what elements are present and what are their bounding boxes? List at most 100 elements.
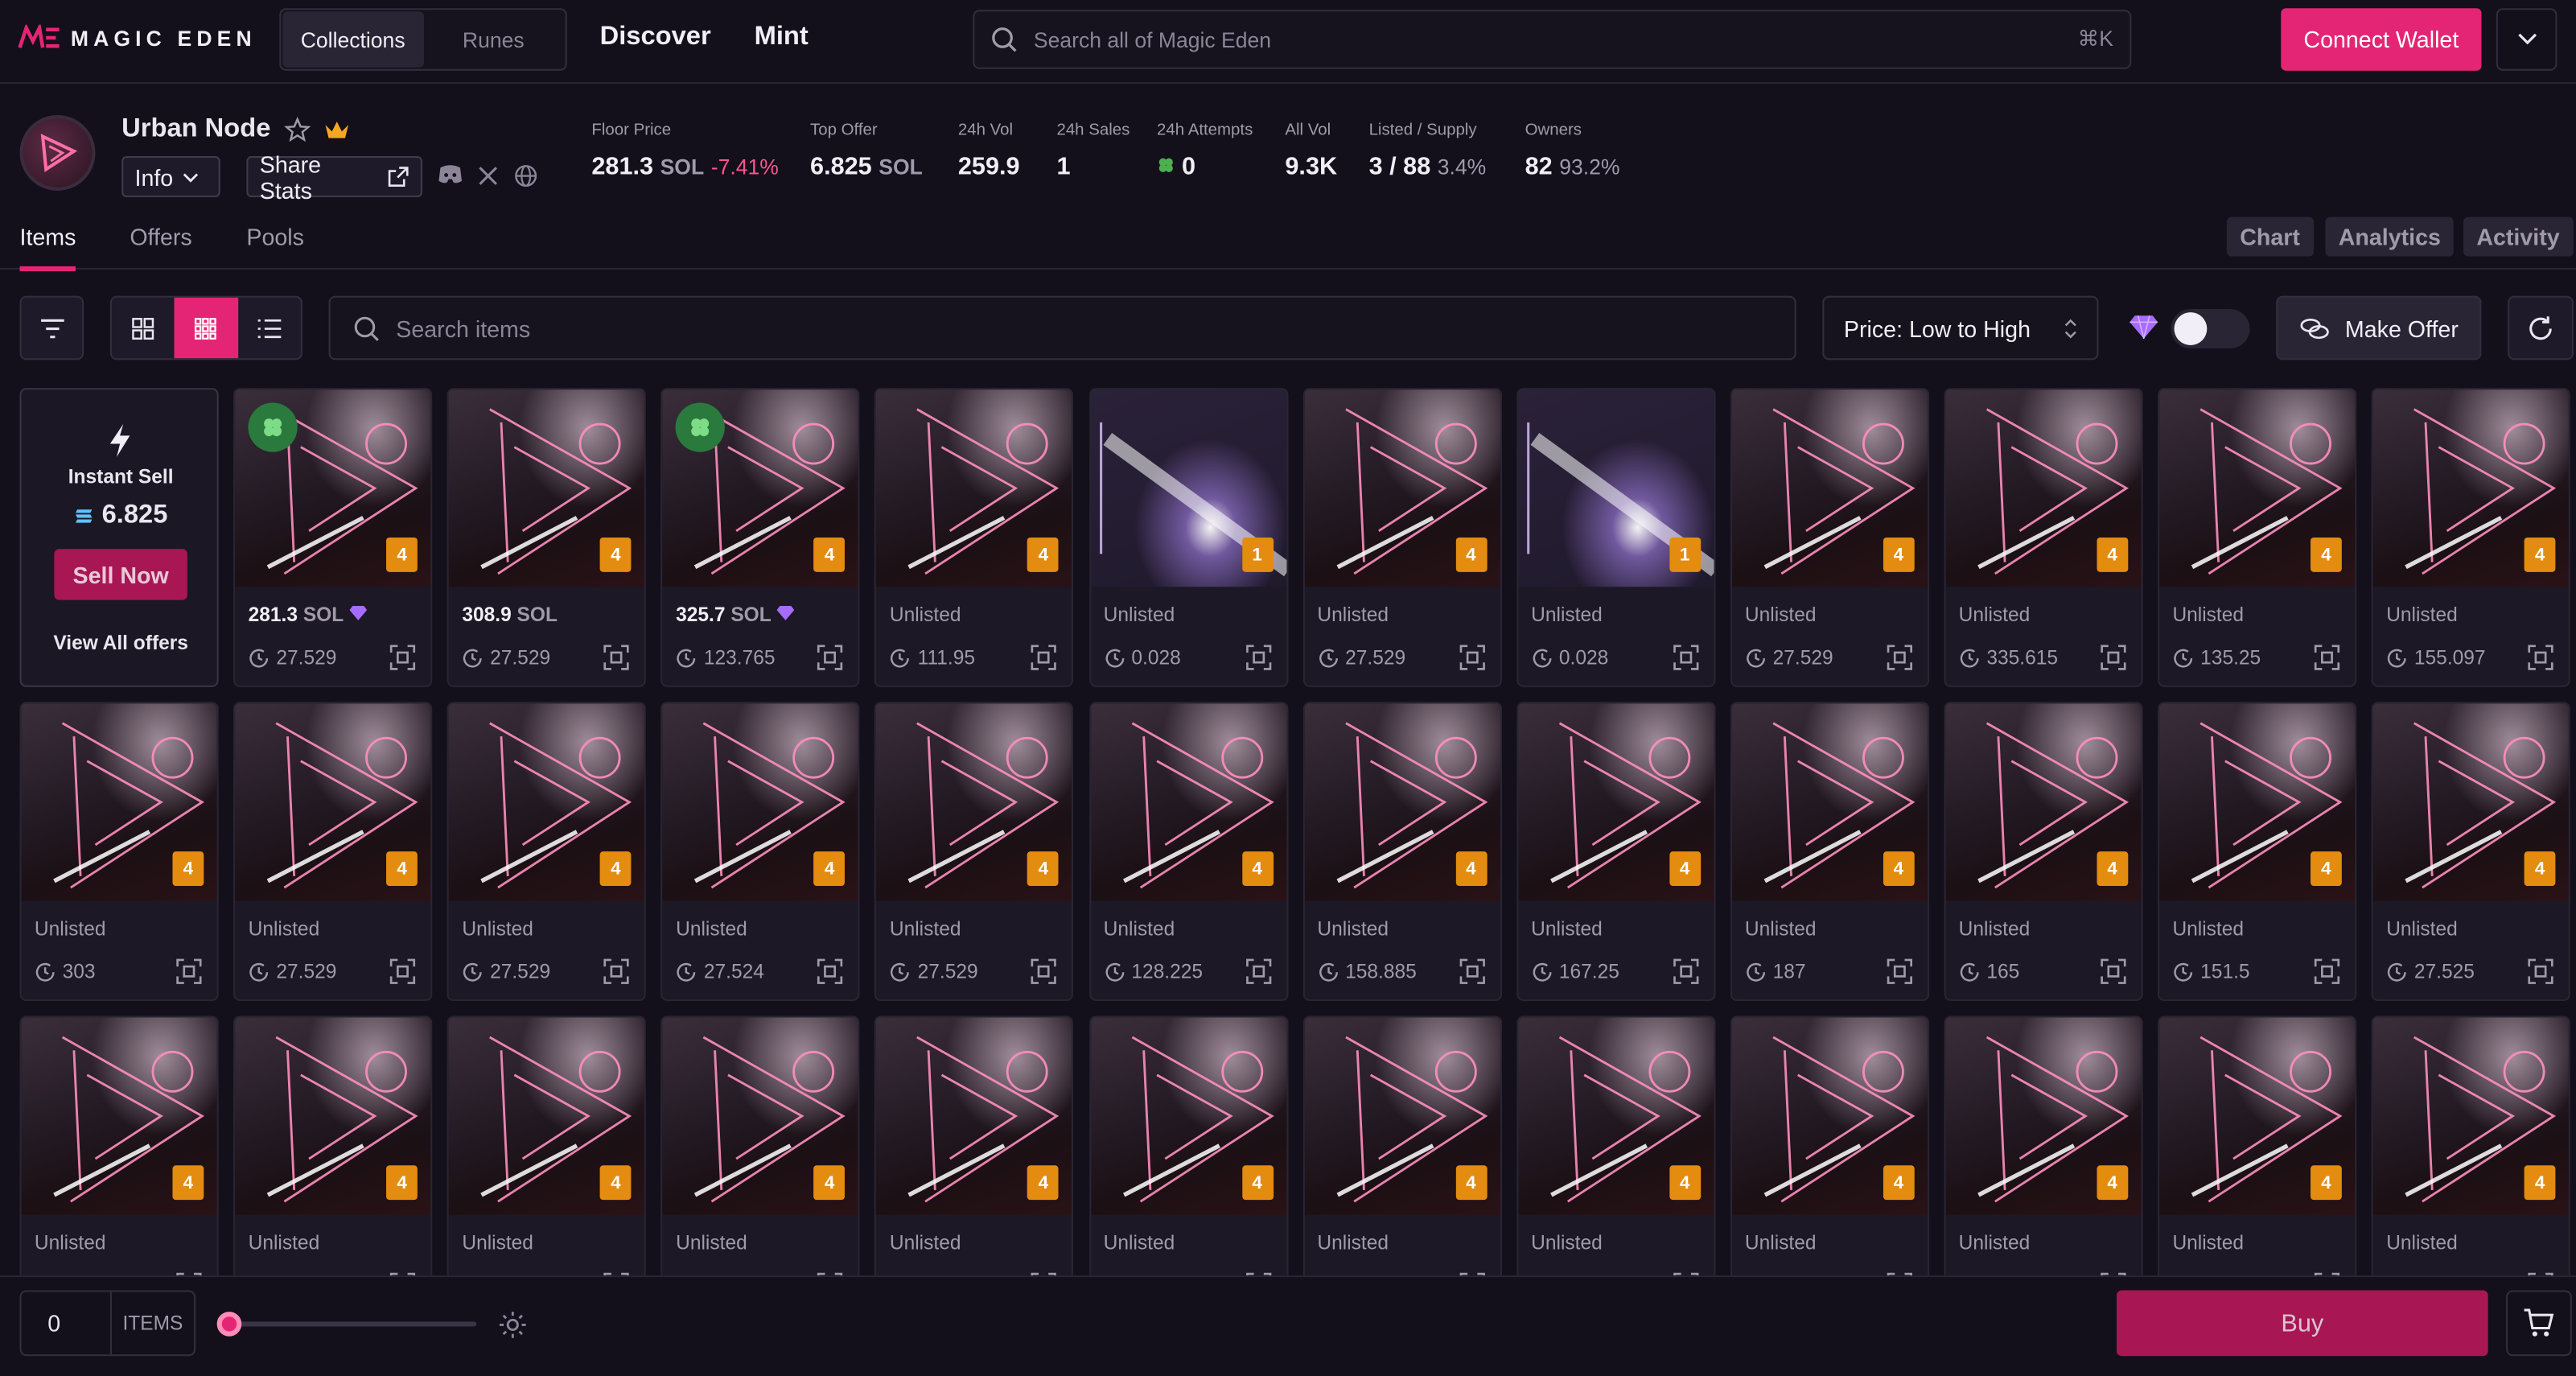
quick-view-button[interactable] — [2314, 645, 2340, 679]
nft-item-card[interactable]: 4 Unlisted 27.529 — [446, 702, 647, 1002]
account-dropdown-button[interactable] — [2496, 8, 2557, 71]
quantity-slider-track[interactable] — [228, 1321, 477, 1327]
nft-item-card[interactable]: 4 Unlisted — [1516, 1016, 1715, 1276]
info-dropdown[interactable]: Info — [121, 156, 220, 198]
tab-collections[interactable]: Collections — [282, 11, 423, 68]
refresh-button[interactable] — [2508, 295, 2574, 360]
quick-view-button[interactable] — [2314, 958, 2340, 993]
nft-item-card[interactable]: 4 Unlisted 27.524 — [660, 702, 860, 1002]
quick-view-button[interactable] — [2100, 958, 2126, 993]
view-all-offers-link[interactable]: View All offers — [22, 631, 220, 654]
items-search-input[interactable]: Search items — [328, 295, 1796, 360]
nft-item-card[interactable]: 4 Unlisted — [660, 1016, 860, 1276]
nft-item-card[interactable]: 4 Unlisted 151.5 — [2158, 702, 2357, 1002]
nft-item-card[interactable]: 4 Unlisted 135.25 — [2158, 388, 2357, 687]
quantity-input[interactable]: 0 ITEMS — [19, 1290, 196, 1357]
filter-button[interactable] — [19, 295, 84, 360]
quick-view-button[interactable] — [1031, 645, 1058, 679]
nft-item-card[interactable]: 4 Unlisted — [1302, 1016, 1502, 1276]
quick-view-button[interactable] — [1245, 958, 1271, 993]
tab-activity[interactable]: Activity — [2463, 216, 2574, 257]
quick-view-button[interactable] — [1459, 645, 1485, 679]
nft-item-card[interactable]: 4 Unlisted 128.225 — [1088, 702, 1288, 1002]
quick-view-button[interactable] — [389, 645, 416, 679]
nft-item-card[interactable]: 4 Unlisted 27.529 — [1730, 388, 1929, 687]
quantity-slider-handle[interactable] — [216, 1312, 242, 1337]
x-twitter-icon[interactable] — [478, 166, 498, 186]
tab-offers[interactable]: Offers — [130, 224, 191, 250]
small-grid-view-button[interactable] — [175, 297, 238, 359]
nft-item-card[interactable]: 4 Unlisted 27.529 — [874, 702, 1074, 1002]
quick-view-button[interactable] — [603, 958, 630, 993]
tab-runes[interactable]: Runes — [423, 11, 564, 67]
nft-item-card[interactable]: 4 Unlisted 111.95 — [874, 388, 1074, 687]
buy-button[interactable]: Buy — [2116, 1290, 2488, 1357]
list-view-button[interactable] — [237, 298, 300, 359]
nft-item-card[interactable]: 4 Unlisted 167.25 — [1516, 702, 1715, 1002]
large-grid-view-button[interactable] — [112, 298, 175, 359]
quick-view-button[interactable] — [1673, 958, 1699, 993]
share-stats-button[interactable]: Share Stats — [246, 150, 422, 203]
sort-select[interactable]: Price: Low to High — [1822, 295, 2099, 360]
quick-view-button[interactable] — [2100, 645, 2126, 679]
quick-view-button[interactable] — [817, 645, 844, 679]
tab-items[interactable]: Items — [19, 224, 76, 272]
nft-item-card[interactable]: 4 281.3 SOL 27.529 — [233, 388, 433, 687]
nft-item-card[interactable]: 4 325.7 SOL 123.765 — [660, 388, 860, 687]
magic-eden-logo[interactable]: MAGIC EDEN — [18, 24, 256, 51]
nft-item-card[interactable]: 4 308.9 SOL 27.529 — [446, 388, 647, 687]
nft-item-card[interactable]: 4 Unlisted 27.525 — [2371, 702, 2570, 1002]
nft-item-card[interactable]: 4 Unlisted — [446, 1016, 647, 1276]
nft-item-card[interactable]: 4 Unlisted — [2371, 1016, 2570, 1276]
make-offer-button[interactable]: Make Offer — [2276, 295, 2482, 360]
tab-pools[interactable]: Pools — [246, 224, 304, 250]
quick-view-button[interactable] — [603, 645, 630, 679]
item-price: 281.3 SOL — [249, 604, 368, 626]
quick-view-button[interactable] — [2528, 958, 2554, 993]
connect-wallet-button[interactable]: Connect Wallet — [2281, 8, 2482, 71]
nft-item-card[interactable]: 4 Unlisted 27.529 — [1302, 388, 1502, 687]
nft-item-card[interactable]: 4 Unlisted — [1730, 1016, 1929, 1276]
nft-item-card[interactable]: 1 Unlisted 0.028 — [1516, 388, 1715, 687]
item-price: Unlisted — [1531, 1230, 1603, 1254]
quick-view-button[interactable] — [817, 958, 844, 993]
quick-view-button[interactable] — [1031, 958, 1058, 993]
globe-icon[interactable] — [514, 164, 537, 187]
rarity-rank-badge: 4 — [1455, 1165, 1487, 1201]
nft-item-card[interactable]: 4 Unlisted 165 — [1944, 702, 2143, 1002]
quick-view-button[interactable] — [389, 958, 416, 993]
nft-item-card[interactable]: 4 Unlisted — [19, 1016, 219, 1276]
tab-chart[interactable]: Chart — [2226, 216, 2314, 257]
nft-item-card[interactable]: 4 Unlisted 187 — [1730, 702, 1929, 1002]
rare-toggle-switch[interactable] — [2171, 309, 2250, 349]
stat-24h-vol: 24h Vol 259.9 — [957, 122, 1020, 181]
settings-gear-icon[interactable] — [498, 1310, 528, 1340]
quick-view-button[interactable] — [1887, 645, 1913, 679]
quick-view-button[interactable] — [2528, 645, 2554, 679]
quick-view-button[interactable] — [176, 958, 203, 993]
nft-item-card[interactable]: 4 Unlisted 155.097 — [2371, 388, 2570, 687]
nft-item-card[interactable]: 4 Unlisted 303 — [19, 702, 219, 1002]
cart-button[interactable] — [2506, 1290, 2572, 1357]
discord-icon[interactable] — [437, 164, 463, 186]
nft-item-card[interactable]: 4 Unlisted — [1944, 1016, 2143, 1276]
quick-view-button[interactable] — [1245, 645, 1271, 679]
tab-analytics[interactable]: Analytics — [2325, 216, 2455, 257]
sell-now-button[interactable]: Sell Now — [54, 549, 187, 600]
rarity-rank-badge: 4 — [599, 851, 632, 887]
nft-item-card[interactable]: 4 Unlisted 335.615 — [1944, 388, 2143, 687]
nft-item-card[interactable]: 4 Unlisted — [2158, 1016, 2357, 1276]
nft-item-card[interactable]: 4 Unlisted 27.529 — [233, 702, 433, 1002]
star-icon[interactable] — [283, 117, 311, 143]
nft-item-card[interactable]: 4 Unlisted — [233, 1016, 433, 1276]
quick-view-button[interactable] — [1459, 958, 1485, 993]
global-search-input[interactable]: Search all of Magic Eden ⌘K — [973, 10, 2132, 69]
nft-item-card[interactable]: 4 Unlisted 158.885 — [1302, 702, 1502, 1002]
quick-view-button[interactable] — [1887, 958, 1913, 993]
nft-item-card[interactable]: 1 Unlisted 0.028 — [1088, 388, 1288, 687]
nav-mint[interactable]: Mint — [755, 23, 809, 53]
quick-view-button[interactable] — [1673, 645, 1699, 679]
nav-discover[interactable]: Discover — [600, 23, 711, 53]
nft-item-card[interactable]: 4 Unlisted — [1088, 1016, 1288, 1276]
nft-item-card[interactable]: 4 Unlisted — [874, 1016, 1074, 1276]
